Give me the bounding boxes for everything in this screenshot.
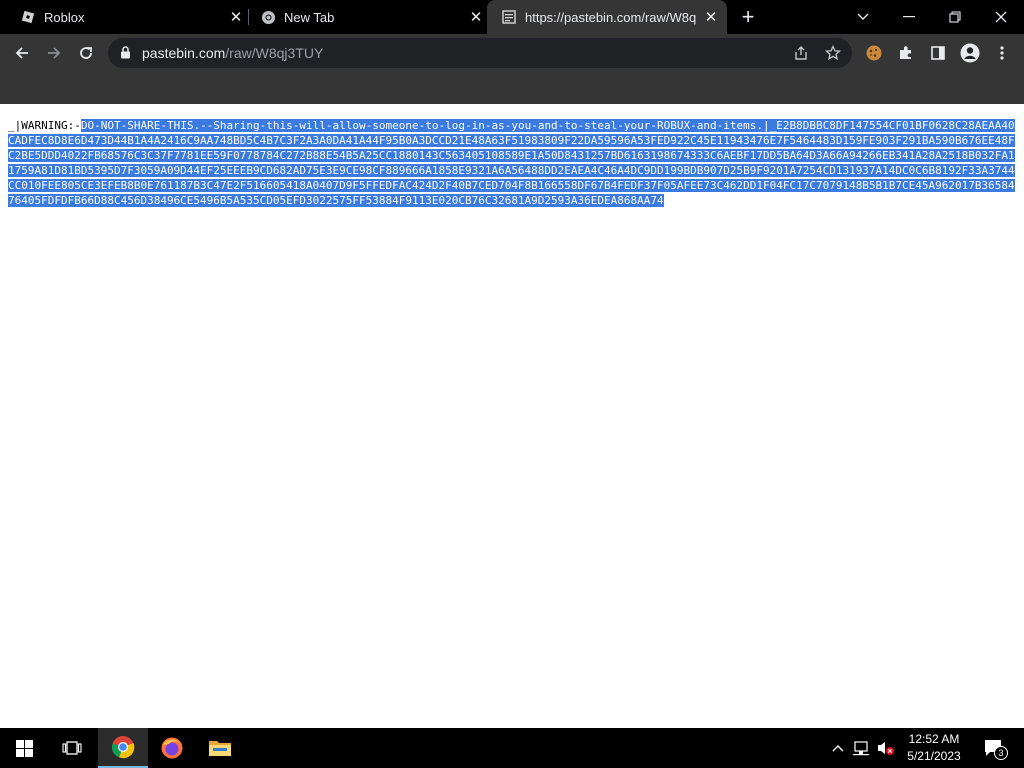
restore-button[interactable] [932, 0, 978, 34]
cookie-extension-icon[interactable] [861, 40, 887, 66]
task-view-icon[interactable] [48, 728, 96, 768]
warning-prefix: _|WARNING:- [8, 119, 81, 132]
file-explorer-icon[interactable] [196, 728, 244, 768]
close-window-button[interactable] [978, 0, 1024, 34]
url-path: /raw/W8qj3TUY [225, 45, 324, 61]
notification-count-badge: 3 [994, 746, 1008, 760]
side-panel-icon[interactable] [925, 40, 951, 66]
new-tab-button[interactable]: + [736, 4, 760, 29]
url-text: pastebin.com/raw/W8qj3TUY [142, 45, 323, 61]
volume-muted-icon[interactable] [876, 738, 896, 758]
tab-roblox[interactable]: Roblox ✕ [0, 0, 248, 34]
extensions-icon[interactable] [893, 40, 919, 66]
taskbar: 12:52 AM 5/21/2023 3 [0, 728, 1024, 768]
tab-title: Roblox [44, 9, 85, 25]
clock-date: 5/21/2023 [907, 749, 961, 763]
profile-icon[interactable] [957, 40, 983, 66]
bookmarks-bar [0, 72, 1024, 104]
forward-button[interactable] [39, 38, 69, 68]
raw-paste-text[interactable]: _|WARNING:-DO-NOT-SHARE-THIS.--Sharing-t… [8, 118, 1020, 208]
lock-icon[interactable] [120, 46, 131, 64]
roblox-icon [20, 9, 36, 25]
chevron-up-icon[interactable] [828, 738, 848, 758]
menu-icon[interactable] [989, 40, 1015, 66]
tab-new-tab[interactable]: New Tab ✕ [240, 0, 488, 34]
pastebin-icon [501, 9, 517, 25]
tab-strip: Roblox ✕ New Tab ✕ https://pastebin.com/… [0, 0, 1024, 34]
close-icon[interactable]: ✕ [468, 9, 484, 26]
clock-time: 12:52 AM [908, 732, 960, 746]
tab-title: New Tab [284, 9, 335, 25]
start-button[interactable] [0, 728, 48, 768]
taskbar-clock[interactable]: 12:52 AM 5/21/2023 [900, 731, 968, 765]
back-button[interactable] [7, 38, 37, 68]
selected-text[interactable]: DO-NOT-SHARE-THIS.--Sharing-this-will-al… [8, 119, 1015, 207]
tab-title: https://pastebin.com/raw/W8q [525, 9, 697, 25]
firefox-icon[interactable] [148, 728, 196, 768]
network-icon[interactable] [852, 738, 872, 758]
url-host: pastebin.com [142, 45, 226, 61]
chrome-icon [260, 9, 276, 25]
tab-pastebin[interactable]: https://pastebin.com/raw/W8q ✕ [487, 0, 727, 34]
close-icon[interactable]: ✕ [703, 9, 719, 26]
chrome-taskbar-icon[interactable] [98, 728, 148, 768]
page-content: _|WARNING:-DO-NOT-SHARE-THIS.--Sharing-t… [0, 104, 1024, 728]
bookmark-star-icon[interactable] [820, 40, 846, 66]
share-icon[interactable] [788, 40, 814, 66]
notifications-icon[interactable]: 3 [982, 738, 1008, 760]
address-bar[interactable]: pastebin.com/raw/W8qj3TUY [108, 38, 852, 68]
reload-button[interactable] [71, 38, 101, 68]
tab-search-icon[interactable] [840, 0, 886, 34]
minimize-button[interactable] [886, 0, 932, 34]
browser-toolbar: pastebin.com/raw/W8qj3TUY [0, 34, 1024, 72]
